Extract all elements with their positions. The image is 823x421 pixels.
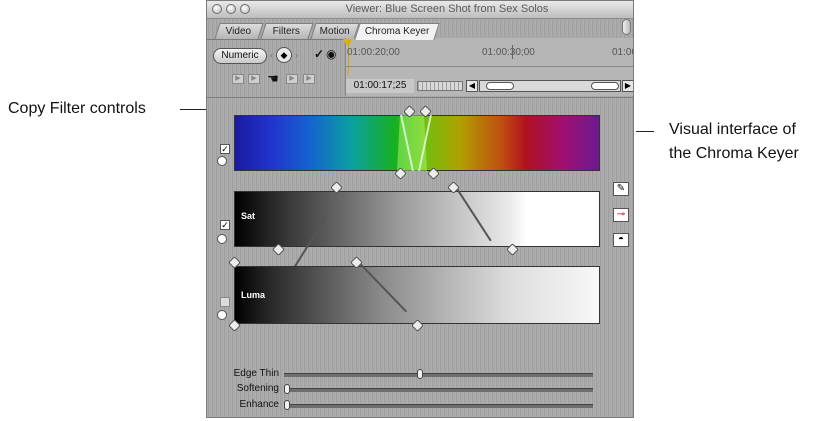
slider-thumb[interactable] xyxy=(284,400,290,410)
chroma-keyer-callout-line2: the Chroma Keyer xyxy=(669,145,799,162)
sat-view-radio[interactable] xyxy=(217,234,227,244)
ruler-divider xyxy=(345,66,633,67)
zoom-slider[interactable] xyxy=(417,81,463,91)
saturation-bar[interactable] xyxy=(234,191,600,247)
softening-label: Softening xyxy=(236,383,279,394)
slider-thumb[interactable] xyxy=(417,369,424,379)
chroma-keyer-callout-line1: Visual interface of xyxy=(669,121,796,138)
tab-filters[interactable]: Filters xyxy=(260,23,314,39)
scroll-right-arrow-icon[interactable]: ▶ xyxy=(622,80,633,92)
hue-enable-checkbox[interactable]: ✓ xyxy=(220,144,230,154)
enhance-label: Enhance xyxy=(239,399,279,410)
scroll-left-arrow-icon[interactable]: ◀ xyxy=(466,80,478,92)
copy-filter-callout: Copy Filter controls xyxy=(8,100,146,117)
edge-thin-label: Edge Thin xyxy=(233,368,279,379)
scrollbar-thumb-right[interactable] xyxy=(591,82,619,90)
copy-filter-hand-icon[interactable]: ☚ xyxy=(265,71,281,87)
current-timecode-field[interactable]: 01:00:17;25 xyxy=(346,79,414,93)
slider-thumb[interactable] xyxy=(284,384,290,394)
sat-label: Sat xyxy=(241,211,256,221)
luma-label: Luma xyxy=(241,290,266,300)
luma-enable-checkbox[interactable] xyxy=(220,297,230,307)
keyframe-nav-right-icon[interactable]: › xyxy=(295,50,298,60)
zoom-window-button[interactable] xyxy=(240,4,250,14)
copy-filter-forward-2-icon[interactable]: ▶ xyxy=(303,74,315,84)
copy-filter-back-1-icon[interactable]: ▶ xyxy=(248,74,260,84)
viewer-window: Viewer: Blue Screen Shot from Sex Solos … xyxy=(206,0,634,418)
ruler-timecode-3: 01:00 xyxy=(612,47,633,58)
enhance-slider[interactable] xyxy=(284,404,593,408)
close-window-button[interactable] xyxy=(212,4,222,14)
minimize-window-button[interactable] xyxy=(226,4,236,14)
hue-view-radio[interactable] xyxy=(217,156,227,166)
eyedropper-button[interactable]: ✎ xyxy=(613,182,629,196)
copy-filter-forward-1-icon[interactable]: ▶ xyxy=(286,74,298,84)
ruler-timecode-2: 01:00:30;00 xyxy=(482,47,535,58)
window-title: Viewer: Blue Screen Shot from Sex Solos xyxy=(345,3,549,15)
sat-enable-checkbox[interactable]: ✓ xyxy=(220,220,230,230)
copy-filter-back-2-icon[interactable]: ▶ xyxy=(232,74,244,84)
softening-slider[interactable] xyxy=(284,388,593,392)
luma-bar[interactable] xyxy=(234,266,600,324)
matte-view-button[interactable]: ◓ xyxy=(613,233,629,247)
numeric-button[interactable]: Numeric xyxy=(213,48,267,64)
visibility-eye-icon[interactable]: ◉ xyxy=(326,47,336,61)
keyframe-nav-left-icon[interactable]: ‹ xyxy=(270,50,273,60)
title-bar[interactable]: Viewer: Blue Screen Shot from Sex Solos xyxy=(207,1,633,19)
key-color-button[interactable]: ⊸ xyxy=(613,208,629,222)
edge-thin-slider[interactable] xyxy=(284,373,593,377)
tab-chroma-keyer[interactable]: Chroma Keyer xyxy=(354,23,440,40)
add-keyframe-button[interactable]: ◆ xyxy=(276,47,292,63)
luma-view-radio[interactable] xyxy=(217,310,227,320)
ruler-tick-1 xyxy=(512,45,513,59)
tab-video[interactable]: Video xyxy=(214,23,264,39)
scrollbar-thumb-left[interactable] xyxy=(486,82,514,90)
enable-checkmark-icon[interactable]: ✓ xyxy=(314,47,324,61)
chroma-keyer-callout-line xyxy=(636,131,654,132)
scroll-knob[interactable] xyxy=(622,19,631,35)
header-divider xyxy=(207,97,633,98)
tab-motion[interactable]: Motion xyxy=(310,23,360,39)
ruler-timecode-1: 01:00:20;00 xyxy=(347,47,400,58)
